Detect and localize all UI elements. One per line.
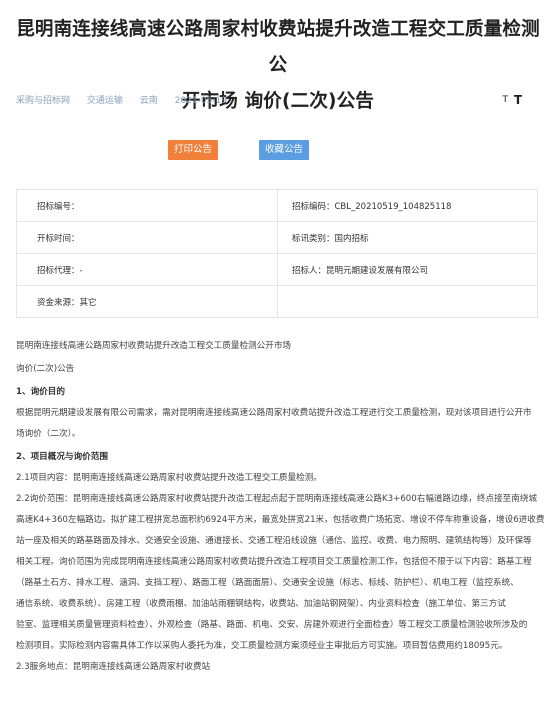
body-paragraph: 场询价（二次）。	[16, 429, 81, 439]
body-paragraph: 高速K4+360左幅路边。拟扩建工程拼宽总面积约6924平方米，最宽处拼宽21米…	[16, 515, 545, 525]
tender-code-cell: 招标编码：CBL_20210519_104825118	[277, 189, 538, 222]
section-heading: 2、项目概况与询价范围	[16, 452, 108, 462]
category-link[interactable]: 采购与招标网	[16, 96, 70, 106]
tenderer-cell: 招标人：昆明元期建设发展有限公司	[277, 253, 538, 286]
tender-type-cell: 标讯类别：国内招标	[277, 221, 538, 254]
body-paragraph: 昆明南连接线高速公路周家村收费站提升改造工程交工质量检测公开市场	[16, 341, 292, 351]
agent-cell: 招标代理：-	[16, 253, 278, 286]
title-line-1: 昆明南连接线高速公路周家村收费站提升改造工程交工质量检测公	[16, 19, 540, 76]
table-row: 招标代理：- 招标人：昆明元期建设发展有限公司	[16, 253, 538, 286]
body-paragraph: 站一座及相关的路基路面及排水、交通安全设施、通道接长、交通工程沿线设施（通信、监…	[16, 536, 532, 546]
industry-link[interactable]: 交通运输	[87, 96, 123, 106]
table-row: 资金来源：其它	[16, 285, 538, 318]
tender-number-cell: 招标编号：	[16, 189, 278, 222]
table-row: 开标时间： 标讯类别：国内招标	[16, 221, 538, 254]
font-size-large-button[interactable]: T	[514, 93, 522, 107]
section-heading: 1、询价目的	[16, 387, 65, 397]
publish-date: 2021-05-19	[174, 96, 227, 106]
body-paragraph: 2.2询价范围：昆明南连接线高速公路周家村收费站提升改造工程起点起于昆明南连接线…	[16, 494, 538, 504]
body-paragraph: 通信系统、收费系统）、房建工程（收费雨棚、加油站雨棚钢结构，收费站、加油站钢网架…	[16, 599, 506, 609]
announcement-body: 昆明南连接线高速公路周家村收费站提升改造工程交工质量检测公开市场 询价(二次)公…	[16, 336, 546, 678]
body-paragraph: （路基土石方、排水工程、涵洞、支挡工程）、路面工程（路面面层）、交通安全设施（标…	[16, 578, 519, 588]
opening-time-cell: 开标时间：	[16, 221, 278, 254]
favorite-button[interactable]: 收藏公告	[259, 140, 309, 160]
fund-source-cell: 资金来源：其它	[16, 285, 278, 318]
region-link[interactable]: 云南	[140, 96, 158, 106]
body-paragraph: 2.3服务地点：昆明南连接线高速公路周家村收费站	[16, 662, 211, 672]
body-paragraph: 相关工程。询价范围为完成昆明南连接线高速公路周家村收费站提升改造工程项目交工质量…	[16, 557, 532, 567]
body-paragraph: 询价(二次)公告	[16, 364, 75, 374]
body-paragraph: 检测项目。实际检测内容需具体工作以采购人委托为准，交工质量检测方案须经业主审批后…	[16, 641, 508, 651]
meta-bar: 采购与招标网 交通运输 云南 2021-05-19 T T	[16, 93, 546, 108]
table-row: 招标编号： 招标编码：CBL_20210519_104825118	[16, 189, 538, 222]
info-table: 招标编号： 招标编码：CBL_20210519_104825118 开标时间： …	[16, 189, 538, 318]
body-paragraph: 验室、监理相关质量管理资料检查）、外观检查（路基、路面、机电、交安、房建外观进行…	[16, 620, 528, 630]
font-size-small-button[interactable]: T	[503, 93, 509, 107]
body-paragraph: 根据昆明元期建设发展有限公司需求，需对昆明南连接线高速公路周家村收费站提升改造工…	[16, 408, 532, 418]
body-paragraph: 2.1项目内容：昆明南连接线高速公路周家村收费站提升改造工程交工质量检测。	[16, 473, 322, 483]
print-button[interactable]: 打印公告	[168, 140, 218, 160]
empty-cell	[277, 285, 538, 318]
